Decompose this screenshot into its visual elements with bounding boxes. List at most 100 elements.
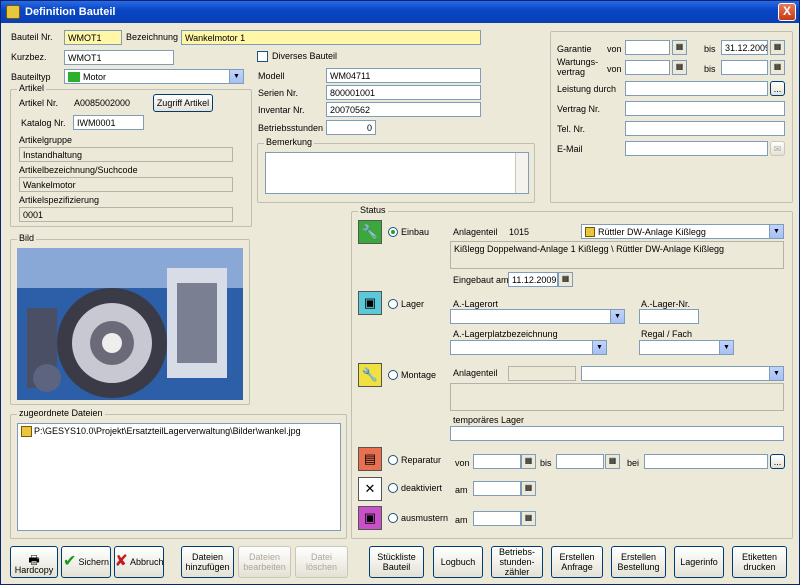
chevron-down-icon[interactable]: ▼ xyxy=(592,341,606,354)
bemerkung-scrollbar[interactable] xyxy=(515,153,528,193)
chevron-down-icon[interactable]: ▼ xyxy=(769,225,783,238)
katalog-nr-field[interactable]: IWM0001 xyxy=(73,115,144,130)
datei-loeschen-button[interactable]: Datei löschen xyxy=(295,546,348,578)
lagerinfo-button[interactable]: Lagerinfo xyxy=(674,546,724,578)
checkmark-icon: ✔ xyxy=(63,553,77,570)
bemerkung-textarea[interactable] xyxy=(265,152,529,194)
leistung-field[interactable] xyxy=(625,81,768,96)
vertrag-field[interactable] xyxy=(625,101,785,116)
lagernr-field[interactable] xyxy=(639,309,699,324)
chevron-down-icon[interactable]: ▼ xyxy=(769,367,783,380)
dateien-bearb-button[interactable]: Dateien bearbeiten xyxy=(238,546,291,578)
betrieb-field[interactable]: 0 xyxy=(326,120,376,135)
diverses-checkbox[interactable] xyxy=(257,51,268,62)
calendar-icon[interactable]: ▦ xyxy=(605,454,620,469)
calendar-icon[interactable]: ▦ xyxy=(558,272,573,287)
deaktiviert-label: deaktiviert xyxy=(401,483,443,493)
anlagenteil-dropdown[interactable]: Rüttler DW-Anlage Kißlegg ▼ xyxy=(581,224,784,239)
garantie-von-field[interactable] xyxy=(625,40,670,55)
modell-field[interactable]: WM04711 xyxy=(326,68,481,83)
eingebaut-field[interactable]: 11.12.2009 xyxy=(508,272,558,287)
stueckliste-button[interactable]: Stückliste Bauteil xyxy=(369,546,424,578)
temp-lager-field[interactable] xyxy=(450,426,784,441)
chevron-down-icon[interactable]: ▼ xyxy=(719,341,733,354)
calendar-icon[interactable]: ▦ xyxy=(672,60,687,75)
tel-label: Tel. Nr. xyxy=(557,124,586,134)
wartung-bis-field[interactable] xyxy=(721,60,768,75)
dateien-group-title: zugeordnete Dateien xyxy=(17,408,105,418)
etiketten-button[interactable]: Etiketten drucken xyxy=(732,546,787,578)
modell-label: Modell xyxy=(258,71,285,81)
suchcode-label: Artikelbezeichnung/Suchcode xyxy=(19,165,138,175)
eingebaut-label: Eingebaut am xyxy=(453,275,509,285)
deaktiviert-am-field[interactable] xyxy=(473,481,521,496)
katalog-nr-label: Katalog Nr. xyxy=(21,118,66,128)
bemerkung-title: Bemerkung xyxy=(264,137,315,147)
deaktiviert-am-label: am xyxy=(455,485,468,495)
printer-icon: 🖶 xyxy=(28,553,40,567)
chevron-down-icon[interactable]: ▼ xyxy=(229,70,243,83)
deaktiviert-radio[interactable] xyxy=(388,483,398,493)
leistung-browse-button[interactable]: ... xyxy=(770,81,785,96)
betriebszaehler-button[interactable]: Betriebs- stunden- zähler xyxy=(491,546,543,578)
lager-radio[interactable] xyxy=(388,299,398,309)
ausmustern-am-field[interactable] xyxy=(473,511,521,526)
file-path: P:\GESYS10.0\Projekt\ErsatzteilLagerverw… xyxy=(34,426,301,436)
montage-radio[interactable] xyxy=(388,370,398,380)
calendar-icon[interactable]: ▦ xyxy=(521,481,536,496)
reparatur-radio[interactable] xyxy=(388,455,398,465)
zugriff-artikel-button[interactable]: Zugriff Artikel xyxy=(153,94,213,112)
reparatur-browse-button[interactable]: ... xyxy=(770,454,785,469)
reparatur-von-label: von xyxy=(455,458,470,468)
ausmustern-radio[interactable] xyxy=(388,513,398,523)
reparatur-bis-field[interactable] xyxy=(556,454,604,469)
abbruch-button[interactable]: ✘ Abbruch xyxy=(114,546,164,578)
logbuch-button[interactable]: Logbuch xyxy=(433,546,483,578)
wartung-label: Wartungs- vertrag xyxy=(557,57,599,77)
reparatur-von-field[interactable] xyxy=(473,454,521,469)
lager-icon: ▣ xyxy=(358,291,382,315)
regal-dropdown[interactable]: ▼ xyxy=(639,340,734,355)
montage-anlagenteil-dropdown[interactable]: ▼ xyxy=(581,366,784,381)
calendar-icon[interactable]: ▦ xyxy=(770,40,785,55)
hardcopy-button[interactable]: 🖶 Hardcopy xyxy=(10,546,58,578)
calendar-icon[interactable]: ▦ xyxy=(521,511,536,526)
bauteiltyp-dropdown[interactable]: Motor ▼ xyxy=(64,69,244,84)
serien-field[interactable]: 800001001 xyxy=(326,85,481,100)
einbau-radio[interactable] xyxy=(388,227,398,237)
inventar-field[interactable]: 20070562 xyxy=(326,102,481,117)
sichern-button[interactable]: ✔ Sichern xyxy=(61,546,111,578)
lagerplatz-label: A.-Lagerplatzbezeichnung xyxy=(453,329,558,339)
anfrage-button[interactable]: Erstellen Anfrage xyxy=(551,546,603,578)
garantie-bis-field[interactable]: 31.12.2009 xyxy=(721,40,768,55)
kurzbez-field[interactable]: WMOT1 xyxy=(64,50,174,65)
artikel-nr-value: A0085002000 xyxy=(74,98,131,108)
email-send-icon[interactable]: ✉ xyxy=(770,141,785,156)
email-label: E-Mail xyxy=(557,144,583,154)
tel-field[interactable] xyxy=(625,121,785,136)
email-field[interactable] xyxy=(625,141,768,156)
reparatur-bei-field[interactable] xyxy=(644,454,768,469)
kurzbez-label: Kurzbez. xyxy=(11,52,47,62)
bauteiltyp-label: Bauteiltyp xyxy=(11,72,51,82)
bauteil-nr-field[interactable]: WMOT1 xyxy=(64,30,122,45)
dialog-window: Definition Bauteil X Bauteil Nr. WMOT1 B… xyxy=(0,0,800,585)
calendar-icon[interactable]: ▦ xyxy=(521,454,536,469)
list-item[interactable]: P:\GESYS10.0\Projekt\ErsatzteilLagerverw… xyxy=(21,425,337,437)
wartung-von-field[interactable] xyxy=(625,60,670,75)
image-file-icon xyxy=(21,425,32,437)
lagerplatz-dropdown[interactable]: ▼ xyxy=(450,340,607,355)
bezeichnung-field[interactable]: Wankelmotor 1 xyxy=(181,30,481,45)
close-button[interactable]: X xyxy=(778,3,796,21)
dateien-hinzu-button[interactable]: Dateien hinzufügen xyxy=(181,546,234,578)
chevron-down-icon[interactable]: ▼ xyxy=(610,310,624,323)
calendar-icon[interactable]: ▦ xyxy=(770,60,785,75)
bestellung-button[interactable]: Erstellen Bestellung xyxy=(611,546,666,578)
lagerort-dropdown[interactable]: ▼ xyxy=(450,309,625,324)
calendar-icon[interactable]: ▦ xyxy=(672,40,687,55)
artikel-group-title: Artikel xyxy=(17,83,47,93)
anlagenteil-label: Anlagenteil xyxy=(453,227,498,237)
bild-group-title: Bild xyxy=(17,233,37,243)
dateien-list[interactable]: P:\GESYS10.0\Projekt\ErsatzteilLagerverw… xyxy=(17,423,341,531)
abbruch-label: Abbruch xyxy=(129,557,164,567)
